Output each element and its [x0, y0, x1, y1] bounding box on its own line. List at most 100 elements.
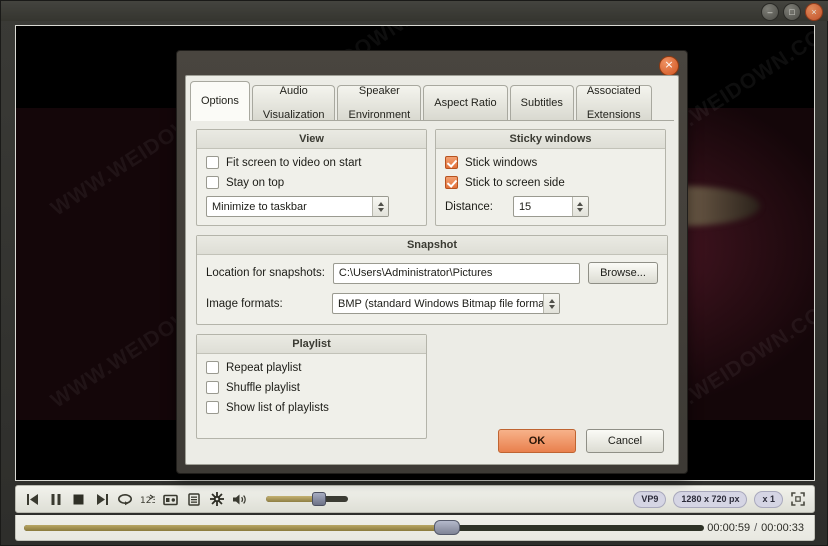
- checkbox-label: Stick windows: [465, 156, 538, 169]
- checkbox-stick-windows[interactable]: Stick windows: [445, 156, 656, 169]
- tab-associated-extensions[interactable]: Associated Extensions: [575, 85, 652, 121]
- tab-label-line1: Audio: [279, 85, 308, 97]
- snapshot-group: Snapshot Location for snapshots: C:\User…: [196, 235, 668, 325]
- snapshot-location-input[interactable]: C:\Users\Administrator\Pictures: [332, 262, 580, 284]
- minimize-behavior-value: Minimize to taskbar: [212, 200, 307, 213]
- snapshot-format-label: Image formats:: [206, 297, 283, 310]
- browse-button[interactable]: Browse...: [588, 262, 658, 284]
- sticky-windows-group: Sticky windows Stick windows Stick to sc…: [435, 129, 666, 226]
- playlist-order-icon[interactable]: 123: [139, 491, 156, 508]
- dialog-body: Options Audio Visualization Speaker Envi…: [185, 75, 679, 465]
- time-separator: /: [754, 521, 758, 534]
- tab-subtitles[interactable]: Subtitles: [509, 85, 574, 120]
- tab-options[interactable]: Options: [190, 81, 250, 121]
- checkbox-stay-on-top[interactable]: Stay on top: [206, 176, 417, 189]
- minimize-button[interactable]: –: [761, 3, 779, 21]
- dialog-close-icon[interactable]: ×: [659, 56, 679, 76]
- window-titlebar: – □ ×: [1, 1, 828, 21]
- time-current: 00:00:59: [707, 521, 751, 534]
- time-display: 00:00:59/00:00:33: [707, 522, 814, 534]
- repeat-icon[interactable]: [116, 491, 133, 508]
- snapshot-location-label: Location for snapshots:: [206, 267, 325, 279]
- volume-fill: [266, 496, 318, 502]
- checkbox-box[interactable]: [206, 381, 219, 394]
- seek-bar-row: 00:00:59/00:00:33: [15, 515, 815, 541]
- tab-label-line1: Associated: [586, 85, 641, 97]
- codec-badge: VP9: [633, 490, 667, 508]
- options-panel: View Fit screen to video on start Stay o…: [186, 121, 678, 445]
- spinner-arrows-icon[interactable]: [571, 197, 588, 216]
- ok-button[interactable]: OK: [498, 429, 576, 453]
- checkbox-shuffle-playlist[interactable]: Shuffle playlist: [206, 381, 417, 394]
- volume-handle[interactable]: [311, 492, 326, 506]
- tab-label-line1: Speaker: [358, 85, 400, 97]
- seek-slider[interactable]: [24, 520, 704, 535]
- spinner-arrows-icon[interactable]: [372, 197, 388, 216]
- tab-speaker-environment[interactable]: Speaker Environment: [337, 85, 422, 121]
- checkbox-label: Fit screen to video on start: [226, 156, 362, 169]
- checkbox-fit-screen-to-video[interactable]: Fit screen to video on start: [206, 156, 417, 169]
- distance-stepper[interactable]: 15: [512, 196, 589, 217]
- seek-handle[interactable]: [433, 520, 460, 535]
- app-root: – □ × WWW.WEIDOWN.COM WWW.WEIDOWN.COM WW…: [0, 0, 828, 546]
- checkbox-box[interactable]: [206, 361, 219, 374]
- checkbox-box[interactable]: [445, 156, 458, 169]
- playlist-icon[interactable]: [185, 491, 202, 508]
- close-button[interactable]: ×: [805, 3, 823, 21]
- checkbox-box[interactable]: [206, 176, 219, 189]
- minimize-behavior-select[interactable]: Minimize to taskbar: [206, 196, 389, 217]
- view-group: View Fit screen to video on start Stay o…: [196, 129, 427, 226]
- tab-audio-visualization[interactable]: Audio Visualization: [251, 85, 336, 121]
- volume-icon[interactable]: [231, 491, 248, 508]
- tab-label: Subtitles: [520, 97, 563, 109]
- tab-aspect-ratio[interactable]: Aspect Ratio: [423, 85, 508, 120]
- checkbox-label: Shuffle playlist: [226, 381, 300, 394]
- seek-fill: [24, 524, 446, 531]
- volume-slider[interactable]: [266, 492, 348, 506]
- dialog-footer: OK Cancel: [186, 418, 678, 464]
- sticky-group-content: Stick windows Stick to screen side Dista…: [436, 149, 665, 225]
- checkbox-label: Show list of playlists: [226, 401, 329, 414]
- checkbox-show-list-of-playlists[interactable]: Show list of playlists: [206, 401, 417, 414]
- tab-label-line2: Environment: [348, 109, 411, 121]
- snapshot-group-content: Location for snapshots: C:\Users\Adminis…: [197, 255, 667, 324]
- cancel-button[interactable]: Cancel: [586, 429, 664, 453]
- next-track-icon[interactable]: [93, 491, 110, 508]
- fullscreen-icon[interactable]: [790, 491, 806, 507]
- options-dialog: × Options Audio Visualization Speaker En…: [176, 50, 688, 474]
- time-total: 00:00:33: [761, 521, 804, 534]
- tab-label-line2: Visualization: [262, 109, 325, 121]
- checkbox-label: Repeat playlist: [226, 361, 302, 374]
- view-group-content: Fit screen to video on start Stay on top…: [197, 149, 426, 225]
- snapshot-format-select[interactable]: BMP (standard Windows Bitmap file format…: [332, 293, 560, 314]
- window-buttons: – □ ×: [761, 3, 823, 21]
- zoom-badge: x 1: [754, 490, 783, 508]
- player-controls-bar: 123 VP9 1280 x 720 px x 1: [15, 485, 815, 513]
- resolution-badge: 1280 x 720 px: [673, 490, 748, 508]
- distance-label: Distance:: [445, 200, 493, 213]
- pause-icon[interactable]: [47, 491, 64, 508]
- playlist-group-title: Playlist: [197, 335, 426, 354]
- dialog-tabs: Options Audio Visualization Speaker Envi…: [190, 80, 674, 121]
- top-groups-row: View Fit screen to video on start Stay o…: [196, 129, 668, 226]
- spinner-arrows-icon[interactable]: [543, 294, 559, 313]
- sticky-group-title: Sticky windows: [436, 130, 665, 149]
- checkbox-box[interactable]: [445, 176, 458, 189]
- checkbox-repeat-playlist[interactable]: Repeat playlist: [206, 361, 417, 374]
- distance-field-row: Distance: 15: [445, 196, 656, 217]
- checkbox-box[interactable]: [206, 156, 219, 169]
- tab-label: Aspect Ratio: [434, 97, 497, 109]
- checkbox-box[interactable]: [206, 401, 219, 414]
- stop-icon[interactable]: [70, 491, 87, 508]
- snapshot-group-title: Snapshot: [197, 236, 667, 255]
- settings-icon[interactable]: [208, 491, 225, 508]
- checkbox-stick-to-screen-side[interactable]: Stick to screen side: [445, 176, 656, 189]
- snapshot-format-value: BMP (standard Windows Bitmap file format…: [338, 297, 543, 310]
- checkbox-label: Stick to screen side: [465, 176, 565, 189]
- previous-track-icon[interactable]: [24, 491, 41, 508]
- maximize-button[interactable]: □: [783, 3, 801, 21]
- snapshot-location-row: Location for snapshots: C:\Users\Adminis…: [206, 262, 658, 284]
- snapshot-icon[interactable]: [162, 491, 179, 508]
- snapshot-format-row: Image formats: BMP (standard Windows Bit…: [206, 293, 658, 314]
- tab-label-line2: Extensions: [586, 109, 641, 121]
